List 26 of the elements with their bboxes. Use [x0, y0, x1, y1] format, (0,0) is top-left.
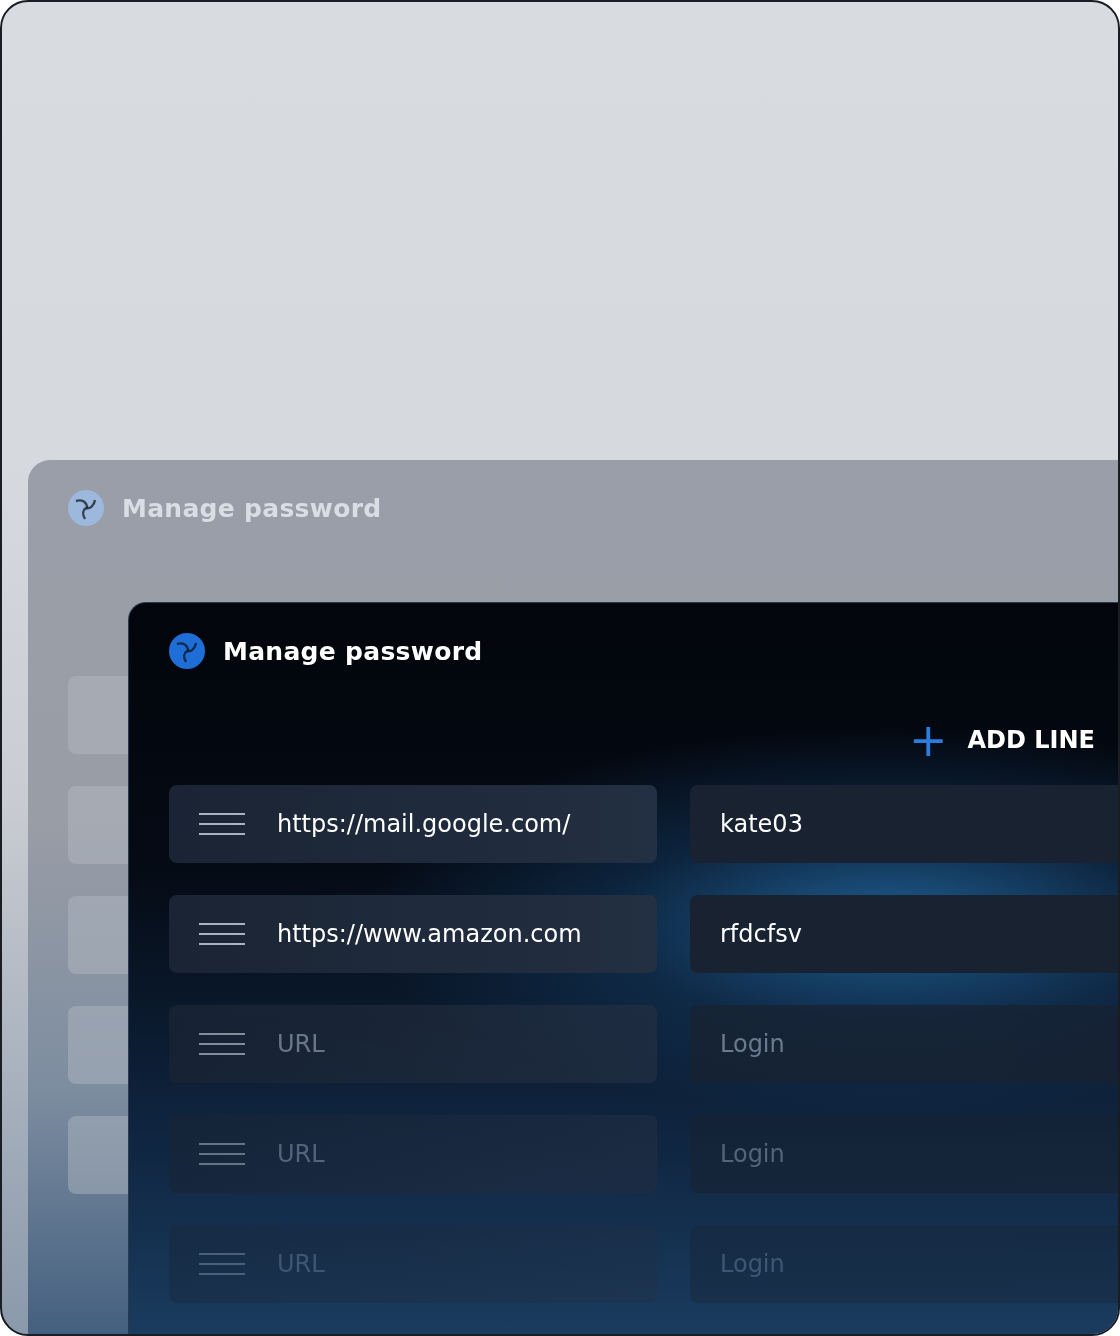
app-logo-icon: [169, 633, 205, 669]
drag-handle-icon[interactable]: [199, 1143, 245, 1165]
login-field[interactable]: rfdcfsv: [690, 895, 1118, 973]
url-input[interactable]: URL: [277, 1030, 637, 1058]
login-input[interactable]: Login: [720, 1030, 1080, 1058]
url-input[interactable]: URL: [277, 1140, 637, 1168]
login-field[interactable]: Login: [690, 1115, 1118, 1193]
plus-icon: +: [908, 723, 948, 757]
drag-handle-icon[interactable]: [199, 923, 245, 945]
login-field[interactable]: kate03: [690, 785, 1118, 863]
url-input[interactable]: https://mail.google.com/: [277, 810, 637, 838]
login-input[interactable]: kate03: [720, 810, 1080, 838]
window-title: Manage password: [122, 493, 382, 523]
url-field[interactable]: URL: [169, 1115, 657, 1193]
drag-handle-icon[interactable]: [199, 1033, 245, 1055]
url-input[interactable]: https://www.amazon.com: [277, 920, 637, 948]
window-title: Manage password: [223, 636, 483, 666]
login-field[interactable]: Login: [690, 1005, 1118, 1083]
drag-handle-icon[interactable]: [199, 813, 245, 835]
url-field[interactable]: URL: [169, 1005, 657, 1083]
app-logo-icon: [68, 490, 104, 526]
add-line-button[interactable]: + ADD LINE: [908, 723, 1095, 757]
login-input[interactable]: Login: [720, 1140, 1080, 1168]
url-field[interactable]: https://www.amazon.com: [169, 895, 657, 973]
login-input[interactable]: rfdcfsv: [720, 920, 1080, 948]
url-field[interactable]: https://mail.google.com/: [169, 785, 657, 863]
